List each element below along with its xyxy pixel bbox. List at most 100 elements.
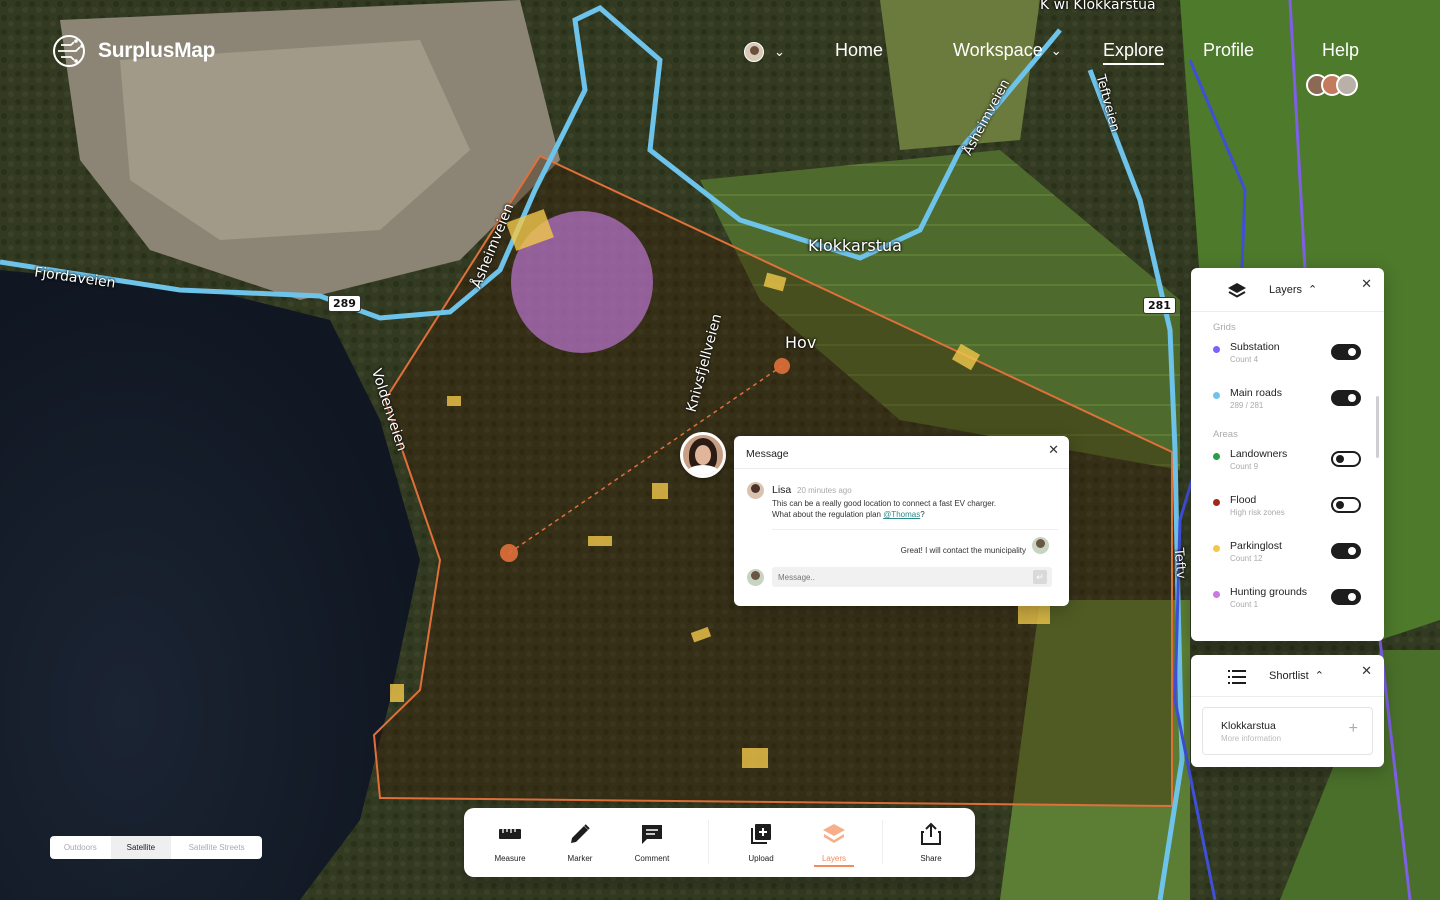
share-icon <box>921 822 941 845</box>
shortlist-item-sub[interactable]: More information <box>1221 734 1281 743</box>
map-style-satellite[interactable]: Satellite <box>110 836 172 859</box>
legend-dot-icon <box>1213 591 1220 598</box>
layers-panel-title: Layers ⌃ <box>1269 283 1318 297</box>
layers-panel: Layers ⌃ ✕ Grids Substation Count 4 Main … <box>1191 268 1384 641</box>
share-button[interactable]: Share <box>901 822 961 863</box>
layer-sub: High risk zones <box>1230 508 1285 517</box>
nav-workspace-label: Workspace <box>953 40 1043 60</box>
avatar <box>747 482 764 499</box>
map-label-teftveien-2: Teftv <box>1170 547 1189 580</box>
map-style-satellite-streets[interactable]: Satellite Streets <box>171 836 262 859</box>
shortlist-item-title: Klokkarstua <box>1221 720 1276 732</box>
layer-row-substation: Substation Count 4 <box>1191 333 1384 379</box>
upload-icon <box>751 824 771 844</box>
nav-help[interactable]: Help <box>1322 40 1359 61</box>
tool-label: Measure <box>494 854 526 863</box>
map-label-hov: Hov <box>785 333 817 352</box>
nav-home[interactable]: Home <box>835 40 883 61</box>
send-icon[interactable]: ↵ <box>1033 570 1047 584</box>
map-label-top: K wi Klokkarstua <box>1040 0 1156 13</box>
layer-name: Substation <box>1230 341 1280 353</box>
close-icon[interactable]: ✕ <box>1361 663 1372 679</box>
upload-button[interactable]: Upload <box>731 822 791 863</box>
measure-button[interactable]: Measure <box>480 822 540 863</box>
road-shield-289: 289 <box>328 295 361 312</box>
ruler-icon <box>499 829 521 839</box>
layer-sub: Count 9 <box>1230 462 1259 471</box>
message-body-line1: This can be a really good location to co… <box>772 499 997 508</box>
list-icon <box>1228 670 1246 684</box>
layers-button[interactable]: Layers <box>804 822 864 867</box>
toggle-main-roads[interactable] <box>1331 390 1361 406</box>
layer-row-landowners: Landowners Count 9 <box>1191 440 1384 486</box>
section-title-areas: Areas <box>1213 429 1238 440</box>
layer-name: Main roads <box>1230 387 1282 399</box>
marker-button[interactable]: Marker <box>550 822 610 863</box>
message-panel: Message ✕ Lisa 20 minutes ago This can b… <box>734 436 1069 606</box>
pencil-icon <box>571 824 590 843</box>
map-style-switcher: Outdoors Satellite Satellite Streets <box>50 836 262 859</box>
shortlist-panel-header[interactable]: Shortlist ⌃ ✕ <box>1191 655 1384 697</box>
layer-row-hunting-grounds: Hunting grounds Count 1 <box>1191 578 1384 624</box>
map-label-klokkarstua: Klokkarstua <box>808 236 902 255</box>
chevron-up-icon: ⌃ <box>1314 670 1324 682</box>
layer-sub: Count 1 <box>1230 600 1259 609</box>
collaborator-avatars[interactable] <box>1306 74 1358 96</box>
tool-label: Marker <box>567 854 593 863</box>
layer-sub: 289 / 281 <box>1230 401 1264 410</box>
layer-name: Landowners <box>1230 448 1288 460</box>
toggle-parkinglost[interactable] <box>1331 543 1361 559</box>
nav-explore[interactable]: Explore <box>1103 40 1165 65</box>
layer-sub: Count 12 <box>1230 554 1263 563</box>
close-icon[interactable]: ✕ <box>1361 276 1372 292</box>
road-shield-281: 281 <box>1143 297 1176 314</box>
comment-author-avatar[interactable] <box>680 432 726 478</box>
message-author: Lisa <box>772 484 792 496</box>
toggle-landowners[interactable] <box>1331 451 1361 467</box>
shortlist-item[interactable]: Klokkarstua More information + <box>1202 707 1373 755</box>
toolbar-separator <box>708 820 709 864</box>
tool-label: Comment <box>634 854 670 863</box>
map-style-outdoors[interactable]: Outdoors <box>50 836 111 859</box>
avatar <box>747 569 764 586</box>
toggle-hunting-grounds[interactable] <box>1331 589 1361 605</box>
legend-dot-icon <box>1213 392 1220 399</box>
shortlist-panel-title: Shortlist ⌃ <box>1269 669 1324 683</box>
tool-label: Upload <box>748 854 774 863</box>
message-body-line2: What about the regulation plan <box>772 510 884 519</box>
layers-panel-header[interactable]: Layers ⌃ ✕ <box>1191 268 1384 312</box>
layers-icon <box>1228 283 1246 298</box>
message-time: 20 minutes ago <box>797 486 852 495</box>
scrollbar[interactable] <box>1376 396 1379 458</box>
chevron-down-icon: ⌄ <box>1050 43 1062 59</box>
layer-sub: Count 4 <box>1230 355 1259 364</box>
message-input[interactable] <box>772 567 1052 587</box>
legend-dot-icon <box>1213 346 1220 353</box>
tool-label: Share <box>920 854 942 863</box>
nav-workspace[interactable]: Workspace ⌄ <box>953 40 1062 61</box>
shortlist-title-text: Shortlist <box>1269 669 1309 682</box>
nav-profile[interactable]: Profile <box>1203 40 1254 61</box>
tool-label: Layers <box>821 854 846 863</box>
collaborator-avatar <box>1336 74 1358 96</box>
message-body: This can be a really good location to co… <box>772 498 1042 520</box>
message-body-end: ? <box>920 510 925 519</box>
plus-icon[interactable]: + <box>1349 720 1358 738</box>
comment-button[interactable]: Comment <box>622 822 682 863</box>
legend-dot-icon <box>1213 545 1220 552</box>
mention-link[interactable]: @Thomas <box>883 510 920 519</box>
toggle-flood[interactable] <box>1331 497 1361 513</box>
toggle-substation[interactable] <box>1331 344 1361 360</box>
layer-name: Parkinglost <box>1230 540 1282 552</box>
chevron-up-icon: ⌃ <box>1308 284 1318 296</box>
layer-row-main-roads: Main roads 289 / 281 <box>1191 379 1384 425</box>
avatar-face <box>695 445 711 465</box>
layer-row-parkinglost: Parkinglost Count 12 <box>1191 532 1384 578</box>
close-icon[interactable]: ✕ <box>1048 442 1059 458</box>
avatar <box>1032 537 1049 554</box>
layers-icon <box>823 824 845 843</box>
message-panel-title: Message <box>746 448 789 460</box>
shortlist-panel: Shortlist ⌃ ✕ Klokkarstua More informatio… <box>1191 655 1384 767</box>
bottom-toolbar: Measure Marker Comment Upload Layers Sha… <box>464 808 975 877</box>
main-nav: Home Workspace ⌄ Explore Profile Help <box>0 40 1440 66</box>
